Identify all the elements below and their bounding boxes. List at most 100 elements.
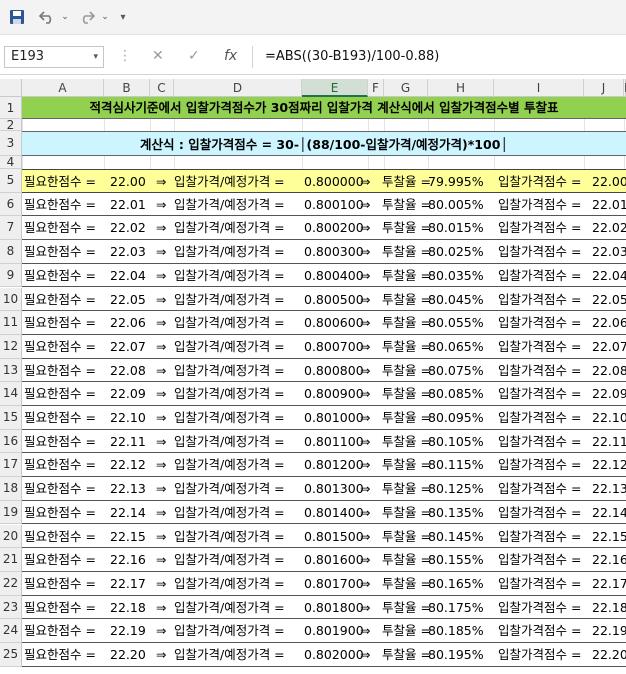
redo-icon[interactable] bbox=[76, 8, 98, 26]
table-row[interactable]: 필요한점수 = 22.15 ⇒ 입찰가격/예정가격 = 0.801500 ⇒ 투찰율 = 80… bbox=[22, 524, 626, 549]
name-box-dropdown-icon[interactable]: ▾ bbox=[93, 47, 98, 67]
table-row[interactable]: 필요한점수 = 22.06 ⇒ 입찰가격/예정가격 = 0.800600 ⇒ 투찰율 = 80… bbox=[22, 311, 626, 335]
table-row[interactable]: 필요한점수 = 22.13 ⇒ 입찰가격/예정가격 = 0.801300 ⇒ 투찰율 = 80… bbox=[22, 477, 626, 501]
row-header-4[interactable]: 4 bbox=[0, 156, 22, 169]
table-row[interactable]: 필요한점수 = 22.02 ⇒ 입찰가격/예정가격 = 0.800200 ⇒ 투찰율 = 80… bbox=[22, 216, 626, 241]
column-header-g[interactable]: G bbox=[384, 79, 428, 97]
table-row[interactable]: 필요한점수 = 22.20 ⇒ 입찰가격/예정가격 = 0.802000 ⇒ 투찰율 = 80… bbox=[22, 643, 626, 667]
bid-rate-value: 80.145% bbox=[428, 528, 484, 544]
table-row[interactable]: 필요한점수 = 22.01 ⇒ 입찰가격/예정가격 = 0.800100 ⇒ 투찰율 = 80… bbox=[22, 192, 626, 217]
column-header-h[interactable]: H bbox=[428, 79, 494, 97]
price-score-label: 입찰가격점수 = bbox=[498, 362, 582, 378]
required-score-label: 필요한점수 = bbox=[24, 457, 96, 473]
row-header-11[interactable]: 11 bbox=[0, 311, 22, 335]
ratio-label: 입찰가격/예정가격 = bbox=[174, 575, 285, 591]
table-row[interactable]: 필요한점수 = 22.11 ⇒ 입찰가격/예정가격 = 0.801100 ⇒ 투찰율 = 80… bbox=[22, 429, 626, 454]
undo-dropdown-icon[interactable]: ⌄ bbox=[60, 8, 70, 26]
table-row[interactable]: 필요한점수 = 22.08 ⇒ 입찰가격/예정가격 = 0.800800 ⇒ 투찰율 = 80… bbox=[22, 358, 626, 383]
formula-description-row[interactable]: 계산식 : 입찰가격점수 = 30-│(88/100-입찰가격/예정가격)*10… bbox=[22, 131, 626, 156]
table-row[interactable]: 필요한점수 = 22.03 ⇒ 입찰가격/예정가격 = 0.800300 ⇒ 투찰율 = 80… bbox=[22, 240, 626, 264]
arrow-icon: ⇒ bbox=[360, 244, 371, 260]
table-row[interactable]: 필요한점수 = 22.09 ⇒ 입찰가격/예정가격 = 0.800900 ⇒ 투찰율 = 80… bbox=[22, 382, 626, 406]
more-options-icon[interactable]: ⋮ bbox=[118, 48, 132, 64]
column-header-a[interactable]: A bbox=[22, 79, 104, 97]
row-header-7[interactable]: 7 bbox=[0, 216, 22, 241]
table-row[interactable]: 필요한점수 = 22.18 ⇒ 입찰가격/예정가격 = 0.801800 ⇒ 투찰율 = 80… bbox=[22, 595, 626, 620]
row-header-6[interactable]: 6 bbox=[0, 192, 22, 217]
table-row[interactable]: 필요한점수 = 22.00 ⇒ 입찰가격/예정가격 = 0.800000 ⇒ 투찰율 = 79… bbox=[22, 169, 626, 193]
ratio-value: 0.802000 bbox=[304, 647, 364, 662]
bid-rate-label: 투찰율 = bbox=[382, 599, 431, 615]
blank-row[interactable] bbox=[22, 156, 626, 169]
row-header-12[interactable]: 12 bbox=[0, 334, 22, 359]
save-icon[interactable] bbox=[8, 8, 26, 26]
ratio-value: 0.801800 bbox=[304, 599, 364, 615]
table-row[interactable]: 필요한점수 = 22.07 ⇒ 입찰가격/예정가격 = 0.800700 ⇒ 투찰율 = 80… bbox=[22, 334, 626, 359]
select-all-corner[interactable] bbox=[0, 79, 22, 97]
customize-qat-icon[interactable]: ▾ bbox=[116, 8, 130, 26]
required-score-value: 22.02 bbox=[110, 220, 146, 236]
bid-rate-label: 투찰율 = bbox=[382, 315, 431, 331]
column-header-c[interactable]: C bbox=[150, 79, 174, 97]
required-score-value: 22.07 bbox=[110, 338, 146, 354]
row-header-18[interactable]: 18 bbox=[0, 477, 22, 501]
row-header-5[interactable]: 5 bbox=[0, 169, 22, 193]
table-row[interactable]: 필요한점수 = 22.12 ⇒ 입찰가격/예정가격 = 0.801200 ⇒ 투찰율 = 80… bbox=[22, 453, 626, 478]
table-row[interactable]: 필요한점수 = 22.17 ⇒ 입찰가격/예정가격 = 0.801700 ⇒ 투찰율 = 80… bbox=[22, 571, 626, 596]
row-header-9[interactable]: 9 bbox=[0, 263, 22, 288]
row-header-20[interactable]: 20 bbox=[0, 524, 22, 549]
insert-function-icon[interactable]: fx bbox=[224, 48, 237, 64]
price-score-label: 입찰가격점수 = bbox=[498, 386, 582, 402]
table-row[interactable]: 필요한점수 = 22.16 ⇒ 입찰가격/예정가격 = 0.801600 ⇒ 투찰율 = 80… bbox=[22, 548, 626, 572]
required-score-value: 22.11 bbox=[110, 433, 146, 449]
required-score-label: 필요한점수 = bbox=[24, 338, 96, 354]
row-header-25[interactable]: 25 bbox=[0, 643, 22, 667]
column-header-i[interactable]: I bbox=[494, 79, 584, 97]
blank-row[interactable] bbox=[22, 119, 626, 131]
row-header-22[interactable]: 22 bbox=[0, 571, 22, 596]
table-row[interactable]: 필요한점수 = 22.05 ⇒ 입찰가격/예정가격 = 0.800500 ⇒ 투찰율 = 80… bbox=[22, 287, 626, 312]
column-header-f[interactable]: F bbox=[368, 79, 384, 97]
row-header-8[interactable]: 8 bbox=[0, 240, 22, 264]
row-header-19[interactable]: 19 bbox=[0, 500, 22, 525]
row-header-1[interactable]: 1 bbox=[0, 97, 22, 119]
arrow-icon: ⇒ bbox=[156, 647, 167, 662]
row-header-10[interactable]: 10 bbox=[0, 287, 22, 312]
table-row[interactable]: 필요한점수 = 22.04 ⇒ 입찰가격/예정가격 = 0.800400 ⇒ 투찰율 = 80… bbox=[22, 263, 626, 288]
title-row[interactable]: 적격심사기준에서 입찰가격점수가 30점짜리 입찰가격 계산식에서 입찰가격점수… bbox=[22, 97, 626, 119]
row-header-16[interactable]: 16 bbox=[0, 429, 22, 454]
bid-rate-value: 80.185% bbox=[428, 623, 484, 639]
table-row[interactable]: 필요한점수 = 22.10 ⇒ 입찰가격/예정가격 = 0.801000 ⇒ 투찰율 = 80… bbox=[22, 406, 626, 430]
column-header-d[interactable]: D bbox=[174, 79, 302, 97]
required-score-label: 필요한점수 = bbox=[24, 552, 96, 568]
undo-icon[interactable] bbox=[36, 8, 58, 26]
row-header-14[interactable]: 14 bbox=[0, 382, 22, 406]
row-header-17[interactable]: 17 bbox=[0, 453, 22, 478]
table-row[interactable]: 필요한점수 = 22.14 ⇒ 입찰가격/예정가격 = 0.801400 ⇒ 투찰율 = 80… bbox=[22, 500, 626, 525]
column-header-b[interactable]: B bbox=[104, 79, 150, 97]
table-row[interactable]: 필요한점수 = 22.19 ⇒ 입찰가격/예정가격 = 0.801900 ⇒ 투찰율 = 80… bbox=[22, 619, 626, 643]
ratio-value: 0.801900 bbox=[304, 623, 364, 639]
arrow-icon: ⇒ bbox=[360, 410, 371, 425]
formula-input[interactable]: =ABS((30-B193)/100-0.88) bbox=[252, 46, 626, 68]
name-box[interactable]: E193 ▾ bbox=[4, 46, 104, 68]
row-header-2[interactable]: 2 bbox=[0, 119, 22, 131]
price-score-label: 입찰가격점수 = bbox=[498, 647, 582, 662]
column-header-j[interactable]: J bbox=[584, 79, 624, 97]
row-header-21[interactable]: 21 bbox=[0, 548, 22, 572]
required-score-label: 필요한점수 = bbox=[24, 528, 96, 544]
arrow-icon: ⇒ bbox=[360, 174, 371, 189]
column-header-e[interactable]: E bbox=[302, 79, 368, 97]
enter-icon[interactable]: ✓ bbox=[188, 48, 200, 64]
bid-rate-value: 80.115% bbox=[428, 457, 484, 473]
row-header-3[interactable]: 3 bbox=[0, 131, 22, 156]
row-header-23[interactable]: 23 bbox=[0, 595, 22, 620]
required-score-label: 필요한점수 = bbox=[24, 291, 96, 307]
row-header-24[interactable]: 24 bbox=[0, 619, 22, 643]
row-header-13[interactable]: 13 bbox=[0, 358, 22, 383]
row-header-15[interactable]: 15 bbox=[0, 406, 22, 430]
price-score-value: 22.19 bbox=[592, 623, 626, 639]
price-score-value: 22.01 bbox=[592, 196, 626, 212]
redo-dropdown-icon[interactable]: ⌄ bbox=[100, 8, 110, 26]
cancel-icon[interactable]: ✕ bbox=[152, 48, 164, 64]
